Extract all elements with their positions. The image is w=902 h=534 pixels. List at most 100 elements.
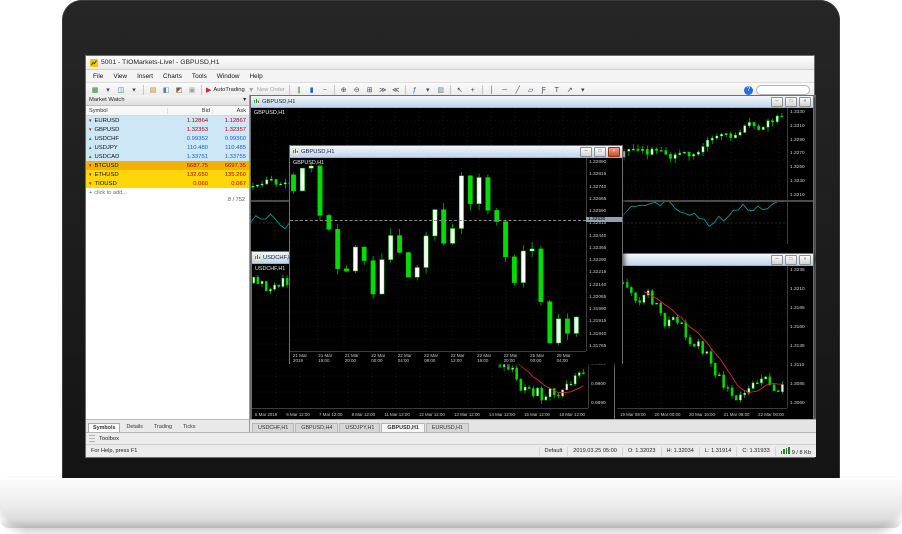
line-chart-button[interactable]: ~ [319,85,331,96]
chart-tab-eurusd-h1[interactable]: EURUSD,H1 [426,423,469,432]
arrow-objects-button[interactable]: ↗ [564,85,576,96]
market-watch-row-usdcad[interactable]: ▲USDCAD1.337511.33755 [86,152,249,161]
objects-dropdown[interactable]: ▾ [577,85,589,96]
indicators-button[interactable]: ƒ [409,85,421,96]
terminal-toggle[interactable]: ▣ [186,85,198,96]
column-bid[interactable]: Bid [168,108,213,114]
trendline-button[interactable]: ╱ [512,85,524,96]
bid-value: 6687.75 [166,163,210,169]
new-chart-dropdown[interactable]: ▾ [102,85,114,96]
price-axis-label: 1.32215 [589,270,621,275]
chart-window-titlebar[interactable]: GBPUSD,H1 ─ □ × [290,146,622,158]
chart-shift-button-icon: ≪ [392,86,399,94]
symbol-name: USDCHF [94,136,119,142]
bar-chart-button[interactable]: ∥ [293,85,305,96]
market-watch-tab-trading[interactable]: Trading [149,422,177,432]
menu-tools[interactable]: Tools [187,73,212,80]
tick-up-icon: ▲ [88,154,92,159]
close-button[interactable]: × [799,97,811,107]
status-profile[interactable]: Default [540,447,569,456]
chart-window-titlebar[interactable]: GBPUSD,H1 ─ □ × [251,96,813,108]
indicators-button-icon: ƒ [413,87,417,94]
templates-button[interactable]: ▧ [435,85,447,96]
periods-dropdown[interactable]: ▾ [422,85,434,96]
market-watch-tab-details[interactable]: Details [121,422,147,432]
menu-insert[interactable]: Insert [132,73,158,80]
menu-file[interactable]: File [88,73,108,80]
toolbar-separator [405,85,406,95]
time-axis-label: 21 Mar 20:00 [345,353,371,363]
market-watch-row-eurusd[interactable]: ▼EURUSD1.128641.12867 [86,116,249,125]
market-watch-tab-symbols[interactable]: Symbols [88,423,120,432]
chart-workspace: GBPUSD,H1 ─ □ × 1.33301.33101.32901.3270… [250,95,816,432]
toolbox-panel-header[interactable]: Toolbox [86,432,816,444]
toolbar-search-input[interactable] [756,85,810,95]
candlestick-chart[interactable] [617,266,787,408]
symbol-name: USDCAD [94,154,119,160]
time-axis-label: 11 Mar 12:00 [384,412,410,417]
chart-shift-button[interactable]: ≪ [390,85,402,96]
toolbar-separator [482,85,483,95]
market-watch-menu-icon[interactable]: ▾ [243,97,246,103]
data-window-toggle[interactable]: ◧ [160,85,172,96]
text-button[interactable]: T [551,85,563,96]
chart-window-gbpusd-h1-floating[interactable]: GBPUSD,H1 ─ □ × 1.328901.328151.327401.3… [289,145,623,364]
new-chart-button[interactable]: ▦ [89,85,101,96]
profiles-dropdown[interactable]: ▾ [128,85,140,96]
minimize-button[interactable]: ─ [580,147,592,157]
navigator-toggle[interactable]: ◩ [173,85,185,96]
market-watch-row-usdjpy[interactable]: ▲USDJPY110.480110.485 [86,143,249,152]
chart-body[interactable]: 1.328901.328151.327401.326651.325901.325… [290,158,622,364]
market-watch-row-tiousd[interactable]: ▼TIOUSD0.0600.067 [86,179,249,188]
price-axis-label: 1.32140 [589,283,621,288]
restore-button[interactable]: □ [594,147,606,157]
symbol-name: BTCUSD [94,163,118,169]
app-titlebar[interactable]: 5001 - TIOMarkets-Live! - GBPUSD,H1 [86,56,814,70]
market-watch-row-btcusd[interactable]: ▼BTCUSD6687.756697.35 [86,161,249,170]
menu-help[interactable]: Help [245,73,268,80]
restore-button[interactable]: □ [785,97,797,107]
minimize-button[interactable]: ─ [771,255,783,265]
chart-tab-gbpusd-h4[interactable]: GBPUSD,H4 [295,423,338,432]
help-icon[interactable]: ? [744,86,753,95]
autotrading-button[interactable]: ▶AutoTrading [205,85,246,96]
chart-tab-usdjpy-h1[interactable]: USDJPY,H1 [339,423,380,432]
close-button[interactable]: × [608,147,620,157]
column-symbol[interactable]: Symbol [86,108,168,114]
tile-windows-button[interactable]: ⊞ [364,85,376,96]
cursor-button[interactable]: ↖ [454,85,466,96]
menu-view[interactable]: View [108,73,132,80]
price-axis-label: 1.3085 [790,382,812,387]
chart-tab-usdchf-h1[interactable]: USDCHF,H1 [252,423,294,432]
new-order-button[interactable]: ▼New Order [247,85,286,96]
profiles-button[interactable]: ◫ [115,85,127,96]
restore-button[interactable]: □ [785,255,797,265]
market-watch-row-usdchf[interactable]: ▲USDCHF0.993520.99360 [86,134,249,143]
candlestick-button[interactable]: ▮ [306,85,318,96]
zoom-in-button[interactable]: ⊕ [338,85,350,96]
horizontal-line-button[interactable]: ─ [499,85,511,96]
chart-symbol-label: GBPUSD,H1 [293,160,324,166]
fibonacci-button[interactable]: Ƒ [538,85,550,96]
market-watch-row-gbpusd[interactable]: ▼GBPUSD1.323531.32357 [86,125,249,134]
minimize-button[interactable]: ─ [771,97,783,107]
symbol-cell: ▲USDCHF [86,136,166,142]
vertical-line-button[interactable]: │ [486,85,498,96]
menu-window[interactable]: Window [212,73,245,80]
candlestick-chart[interactable] [290,158,586,351]
chart-tab-gbpusd-h1[interactable]: GBPUSD,H1 [381,423,424,432]
close-button[interactable]: × [799,255,811,265]
market-watch-toggle[interactable]: ▤ [147,85,159,96]
auto-scroll-button[interactable]: ≫ [377,85,389,96]
crosshair-button[interactable]: + [467,85,479,96]
market-watch-add-row[interactable]: + click to add... [86,188,249,197]
zoom-out-button[interactable]: ⊖ [351,85,363,96]
market-watch-row-ethusd[interactable]: ▼ETHUSD132.650135.260 [86,170,249,179]
menubar: FileViewInsertChartsToolsWindowHelp [86,70,814,83]
horizontal-line-button-icon: ─ [502,87,507,94]
column-ask[interactable]: Ask [213,108,249,114]
equidistant-channel-button[interactable]: ▱ [525,85,537,96]
menu-charts[interactable]: Charts [158,73,187,80]
market-watch-header[interactable]: Market Watch ▾ [86,95,249,106]
market-watch-tab-ticks[interactable]: Ticks [178,422,200,432]
